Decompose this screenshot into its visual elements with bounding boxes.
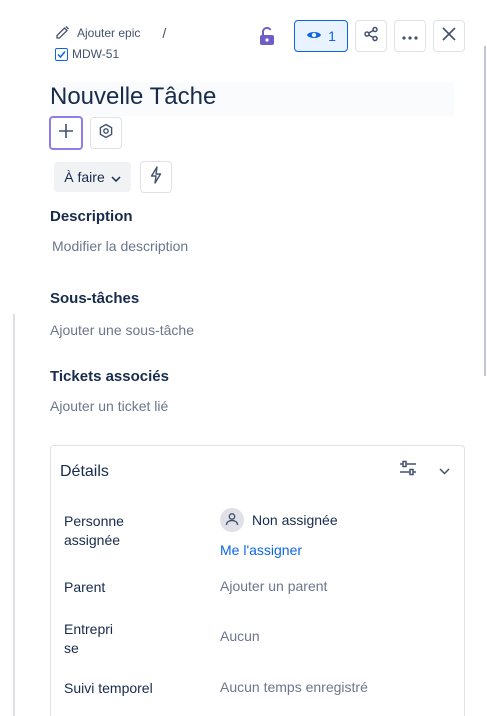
chevron-down-icon: [111, 169, 121, 185]
more-actions-button[interactable]: [394, 20, 426, 52]
watch-button[interactable]: 1: [294, 20, 348, 52]
add-linked-issue-button[interactable]: Ajouter un ticket lié: [50, 398, 168, 414]
user-icon: [225, 512, 239, 529]
description-heading: Description: [50, 208, 133, 225]
subtasks-heading: Sous-tâches: [50, 290, 140, 307]
breadcrumb: Ajouter epic / MDW-51: [55, 22, 166, 61]
chevron-down-icon[interactable]: [439, 462, 450, 480]
company-label: Entreprise: [64, 621, 114, 656]
issue-toolbar: 1: [257, 20, 465, 52]
avatar: [220, 508, 244, 532]
issue-key-link[interactable]: MDW-51: [55, 47, 166, 61]
assignee-label: Personne assignée: [64, 513, 124, 548]
plus-icon: [58, 123, 74, 144]
close-button[interactable]: [433, 20, 465, 52]
parent-field[interactable]: Ajouter un parent: [220, 578, 327, 594]
issue-title[interactable]: Nouvelle Tâche: [50, 82, 454, 116]
breadcrumb-separator: /: [162, 25, 167, 41]
status-label: À faire: [64, 169, 105, 185]
automation-button[interactable]: [140, 161, 172, 193]
details-tools: [399, 460, 450, 481]
edit-icon: [55, 24, 71, 43]
share-icon: [363, 26, 379, 47]
sliders-icon[interactable]: [399, 460, 417, 481]
unlock-icon[interactable]: [257, 26, 277, 46]
time-tracking-label: Suivi temporel: [64, 680, 153, 696]
assignee-value: Non assignée: [252, 512, 338, 528]
panel-divider: [13, 314, 15, 716]
assignee-field[interactable]: Non assignée: [220, 508, 338, 532]
close-icon: [442, 26, 456, 46]
add-epic-label: Ajouter epic: [77, 26, 141, 40]
share-button[interactable]: [355, 20, 387, 52]
company-field[interactable]: Aucun: [220, 628, 260, 644]
more-icon: [402, 27, 418, 45]
details-heading: Détails: [60, 463, 109, 480]
gear-icon: [98, 123, 114, 144]
bolt-icon: [150, 165, 162, 189]
status-dropdown[interactable]: À faire: [54, 162, 131, 192]
time-tracking-field[interactable]: Aucun temps enregistré: [220, 679, 368, 695]
issue-key: MDW-51: [72, 47, 120, 61]
details-panel: Détails Personne assignée Non assignée M…: [50, 445, 465, 716]
add-button[interactable]: [49, 116, 83, 150]
add-epic-link[interactable]: Ajouter epic: [55, 24, 140, 43]
scrollbar[interactable]: [484, 46, 486, 376]
eye-icon: [306, 28, 322, 44]
linked-issues-heading: Tickets associés: [50, 368, 169, 385]
apps-button[interactable]: [90, 117, 122, 149]
parent-label: Parent: [64, 579, 106, 595]
checkbox-icon: [55, 47, 68, 61]
watch-count: 1: [328, 28, 336, 44]
assign-to-me-link[interactable]: Me l'assigner: [220, 542, 302, 558]
description-field[interactable]: Modifier la description: [52, 238, 188, 254]
add-subtask-button[interactable]: Ajouter une sous-tâche: [50, 322, 194, 338]
